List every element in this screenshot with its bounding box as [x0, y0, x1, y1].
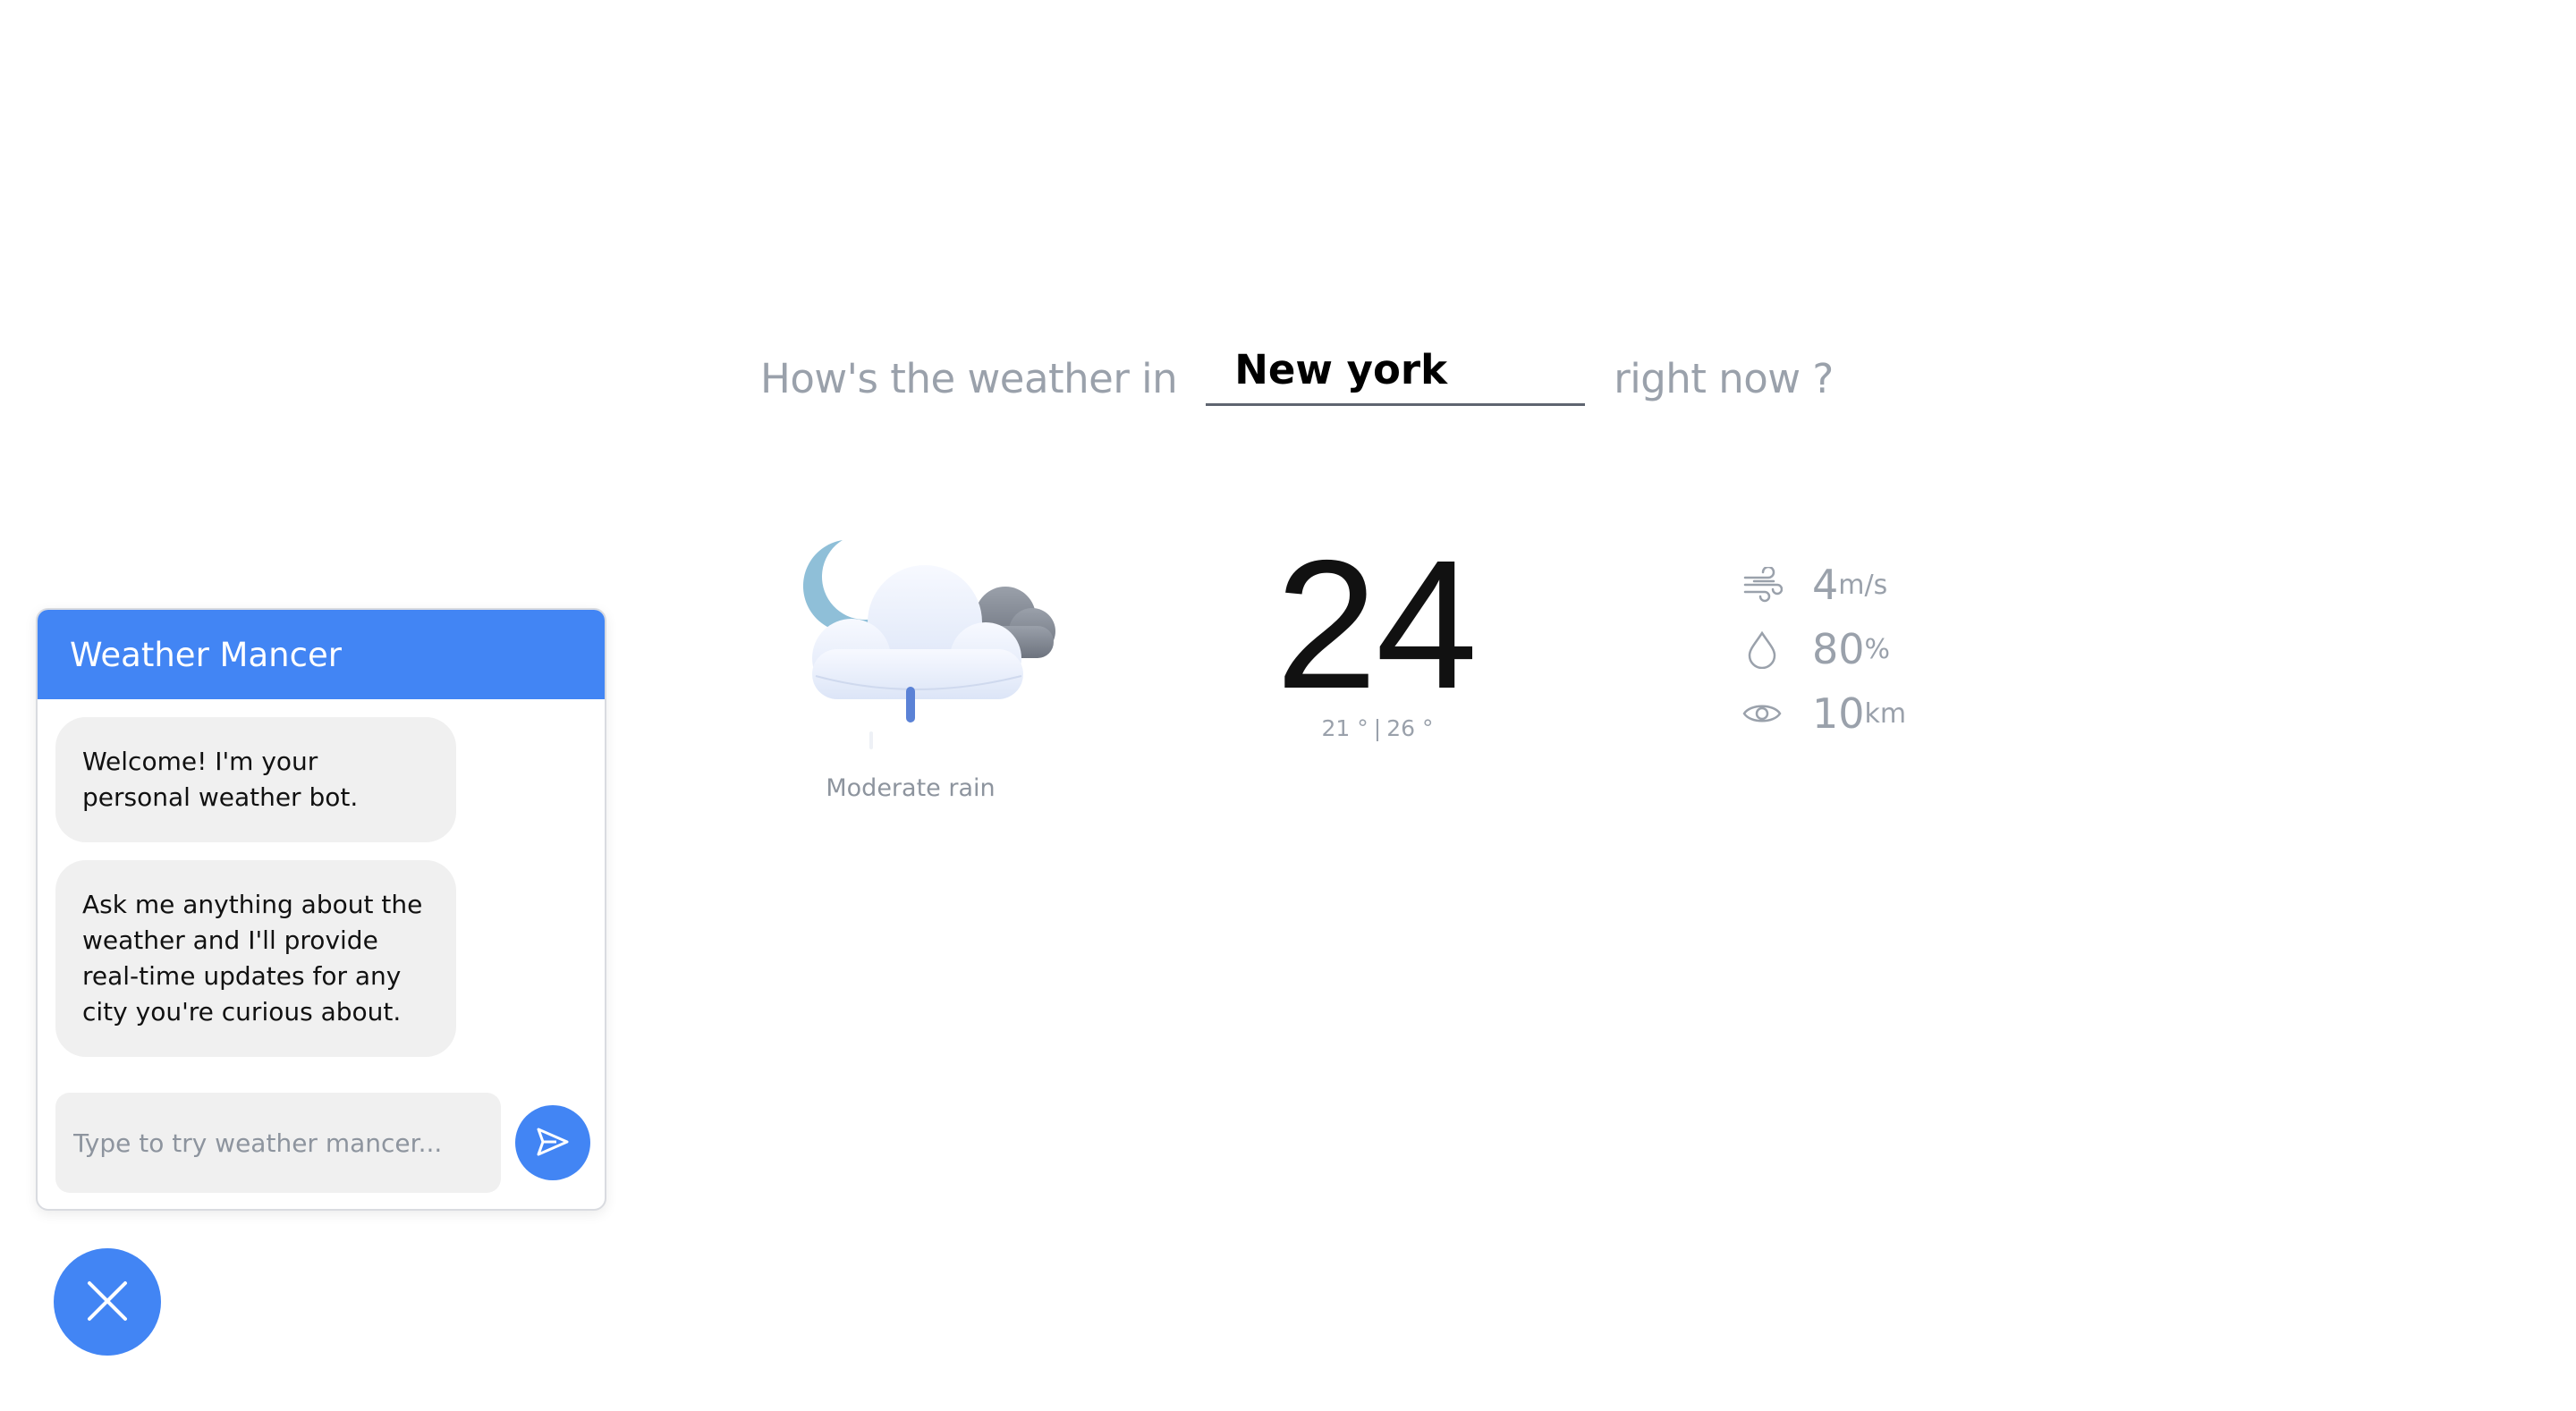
query-suffix: right now ?	[1614, 355, 1834, 402]
wind-icon	[1739, 562, 1785, 608]
close-icon	[84, 1278, 131, 1327]
temp-max: 26 °	[1386, 715, 1434, 741]
visibility-stat: 10 km	[1739, 681, 1906, 746]
page: How's the weather in right now ?	[0, 0, 2576, 1411]
wind-unit: m/s	[1838, 569, 1888, 601]
query-prefix: How's the weather in	[760, 355, 1178, 402]
weather-query: How's the weather in right now ?	[760, 334, 1834, 406]
chat-toggle-button[interactable]	[54, 1248, 161, 1356]
chat-header: Weather Mancer	[38, 610, 605, 699]
night-cloudy-rain-icon	[780, 533, 1057, 756]
humidity-value: 80	[1812, 625, 1865, 673]
chat-message-input[interactable]	[55, 1093, 501, 1193]
humidity-unit: %	[1864, 633, 1891, 665]
temp-separator: |	[1373, 715, 1382, 741]
bot-message: Ask me anything about the weather and I'…	[55, 860, 456, 1057]
visibility-unit: km	[1864, 697, 1907, 730]
wind-value: 4	[1812, 561, 1839, 609]
chat-messages: Welcome! I'm your personal weather bot. …	[38, 699, 605, 1057]
chat-title: Weather Mancer	[70, 635, 342, 674]
current-temperature: 24	[1275, 522, 1478, 727]
droplet-icon	[1739, 626, 1785, 672]
temperature-range: 21 ° | 26 °	[1288, 715, 1467, 741]
wind-stat: 4 m/s	[1739, 553, 1906, 617]
send-icon	[535, 1126, 571, 1161]
weather-condition: Moderate rain	[826, 774, 996, 802]
visibility-value: 10	[1812, 689, 1865, 738]
bot-message: Welcome! I'm your personal weather bot.	[55, 717, 456, 842]
send-button[interactable]	[515, 1105, 590, 1180]
humidity-stat: 80 %	[1739, 617, 1906, 681]
eye-icon	[1739, 690, 1785, 737]
chat-widget: Weather Mancer Welcome! I'm your persona…	[36, 608, 606, 1211]
city-input[interactable]	[1206, 343, 1586, 406]
chat-input-row	[55, 1093, 590, 1193]
temp-min: 21 °	[1321, 715, 1368, 741]
weather-stats: 4 m/s 80 % 10 km	[1739, 553, 1906, 746]
